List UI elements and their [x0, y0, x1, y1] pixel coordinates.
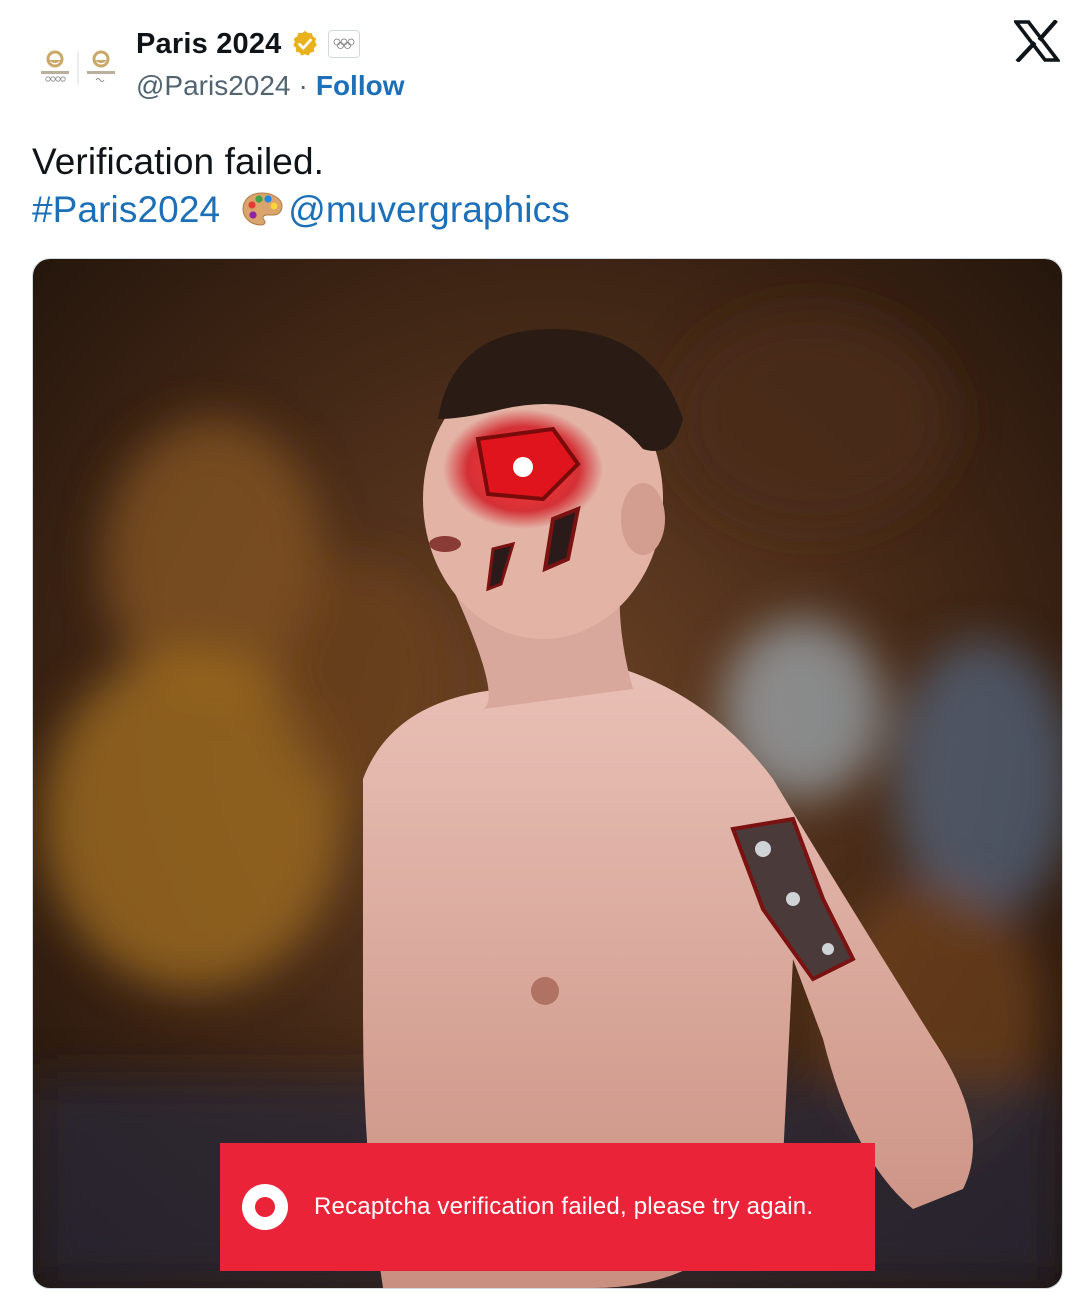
display-name[interactable]: Paris 2024 [136, 28, 282, 61]
record-circle-icon [242, 1184, 288, 1230]
recaptcha-error-toast: Recaptcha verification failed, please tr… [220, 1143, 875, 1271]
tweet-line-2: #Paris2024 @muvergraphics [32, 186, 570, 234]
handle[interactable]: @Paris2024 [136, 70, 291, 102]
avatar[interactable] [28, 22, 128, 122]
tweet-line-1: Verification failed. [32, 141, 325, 182]
toast-message: Recaptcha verification failed, please tr… [314, 1193, 814, 1220]
separator: · [298, 70, 308, 101]
swimmer-photo [33, 259, 1062, 1288]
hashtag-link[interactable]: #Paris2024 [32, 189, 220, 230]
mention-link[interactable]: @muvergraphics [288, 189, 570, 230]
tweet-media[interactable]: Recaptcha verification failed, please tr… [32, 258, 1063, 1289]
affiliate-badge[interactable] [327, 30, 360, 58]
olympic-rings-icon [333, 38, 354, 49]
gold-verified-badge-icon[interactable] [290, 29, 320, 59]
follow-button[interactable]: Follow [316, 70, 405, 102]
paris-2024-emblems-icon [28, 22, 128, 122]
tweet-text: Verification failed. #Paris2024 @muvergr… [32, 138, 570, 234]
artist-palette-icon [242, 192, 283, 226]
x-logo-icon[interactable] [1014, 20, 1060, 62]
